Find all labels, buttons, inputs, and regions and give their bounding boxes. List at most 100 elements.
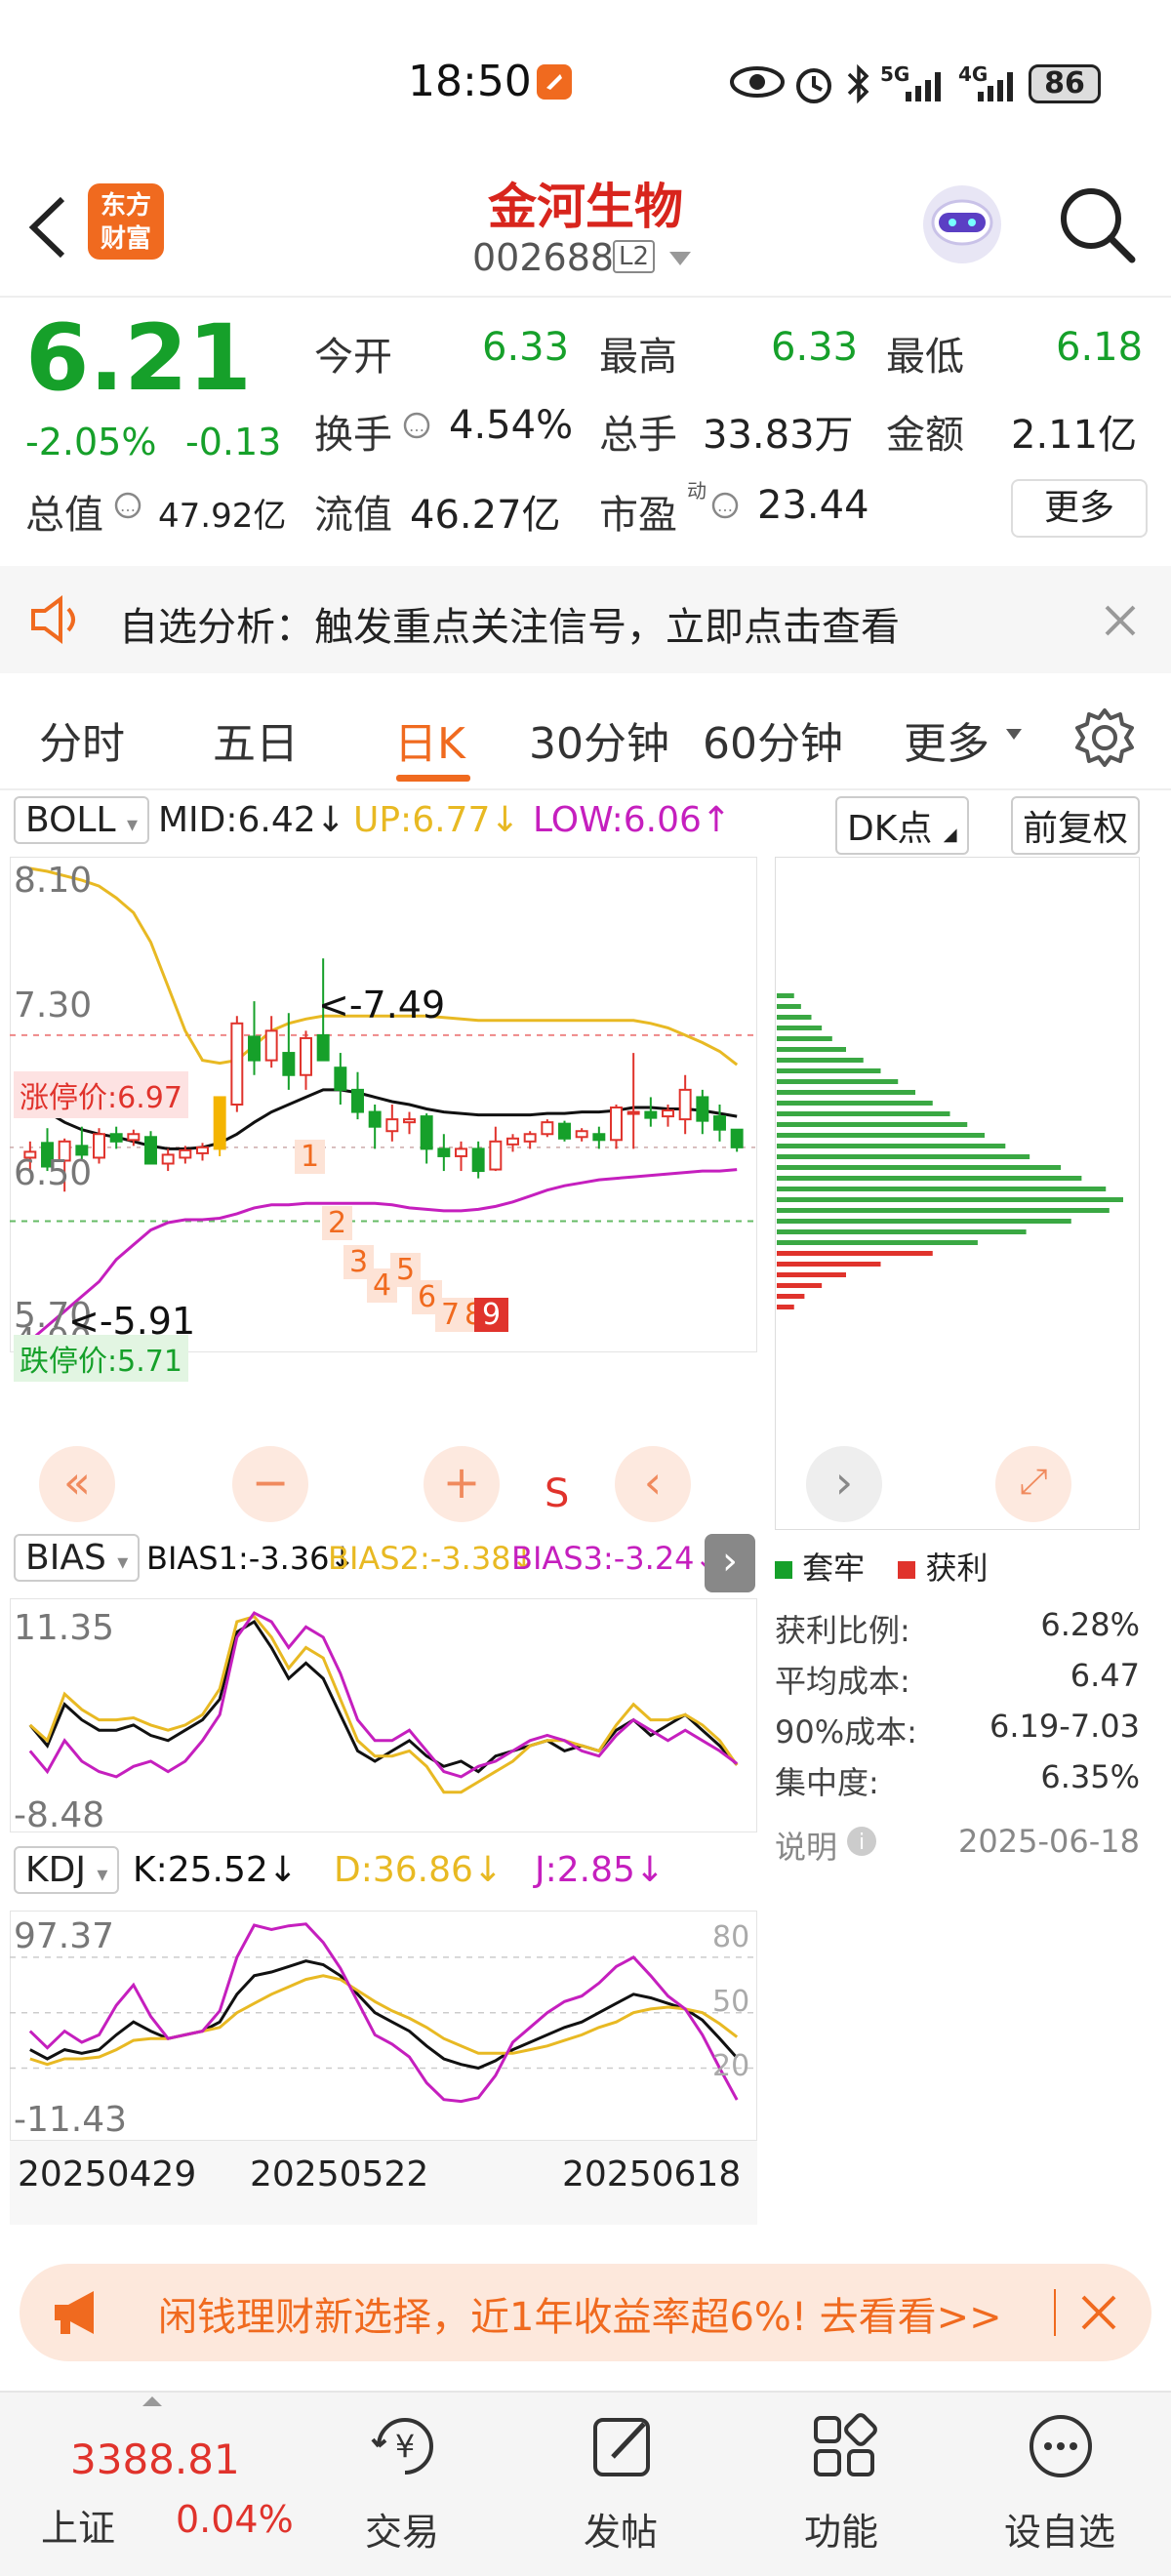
close-icon[interactable] xyxy=(1079,2293,1118,2332)
nav-functions[interactable]: 功能 xyxy=(744,2393,939,2576)
trade-icon: ¥ xyxy=(371,2412,439,2480)
date-axis: 20250429 20250522 20250618 xyxy=(10,2141,757,2225)
amount-value: 2.11亿 xyxy=(1011,413,1138,458)
notice-text: 自选分析：触发重点关注信号，立即点击查看 xyxy=(119,605,900,650)
chip-bar-hold xyxy=(777,1197,1123,1202)
bias3-value: BIAS3:-3.24 xyxy=(511,1540,695,1577)
zoom-out-button[interactable]: − xyxy=(232,1446,308,1522)
scroll-left-button[interactable]: ‹ xyxy=(615,1446,691,1522)
level-badge: L2 xyxy=(613,240,656,273)
zoom-in-button[interactable]: + xyxy=(424,1446,500,1522)
scroll-left-fast-button[interactable]: « xyxy=(39,1446,115,1522)
tab-daily-k[interactable]: 日K xyxy=(394,708,465,771)
candle-body xyxy=(626,1110,640,1115)
info-icon[interactable]: … xyxy=(402,411,431,440)
chip-bar-hold xyxy=(777,1101,933,1106)
battery-icon: 86 xyxy=(1029,64,1101,103)
indicator-select-boll[interactable]: BOLL ▾ xyxy=(14,796,150,844)
chip-bar-hold xyxy=(777,1068,881,1073)
close-icon[interactable] xyxy=(1103,603,1138,638)
float-value: 46.27亿 xyxy=(410,493,561,538)
chip-bar-profit xyxy=(777,1272,846,1277)
gear-icon[interactable] xyxy=(1073,706,1136,769)
kdj-d-value: D:36.86 xyxy=(334,1850,473,1890)
avg-cost-value: 6.47 xyxy=(1070,1657,1140,1694)
tab-more[interactable]: 更多 xyxy=(904,708,989,771)
boll-low: LOW:6.06↑ xyxy=(533,800,731,840)
profit-ratio-label: 获利比例: xyxy=(775,1612,910,1649)
promo-banner[interactable]: 闲钱理财新选择，近1年收益率超6%! 去看看>> xyxy=(20,2264,1151,2361)
search-icon[interactable] xyxy=(1056,183,1138,265)
analysis-notice[interactable]: 自选分析：触发重点关注信号，立即点击查看 xyxy=(0,566,1171,673)
kdj-ref-20: 20 xyxy=(712,2049,750,2083)
kdj-ref-80: 80 xyxy=(712,1920,750,1954)
edit-icon xyxy=(589,2412,658,2480)
candle-body xyxy=(248,1035,261,1062)
dk-point-button[interactable]: DK点 ◢ xyxy=(835,796,969,855)
chip-bar-profit xyxy=(777,1294,805,1299)
candle-body xyxy=(161,1153,175,1165)
up-arrow-icon: ↑ xyxy=(701,800,732,840)
bottom-nav: 3388.81 上证 0.04% ¥ 交易 发帖 功能 设自选 xyxy=(0,2391,1171,2576)
tab-60min[interactable]: 60分钟 xyxy=(703,708,843,771)
candle-body xyxy=(282,1052,296,1076)
avg-cost-label: 平均成本: xyxy=(775,1663,910,1700)
td-seq-9: 9 xyxy=(474,1298,509,1332)
chip-bar-hold xyxy=(777,1208,1110,1213)
open-label: 今开 xyxy=(314,335,392,380)
boll-low-value: LOW:6.06 xyxy=(533,800,702,840)
bias-chart[interactable] xyxy=(10,1598,757,1832)
info-icon[interactable]: i xyxy=(845,1825,878,1858)
chip-distribution-chart[interactable] xyxy=(775,857,1140,1530)
nav-add-watchlist-label: 设自选 xyxy=(1003,2511,1115,2554)
chevron-down-icon[interactable] xyxy=(667,250,693,269)
candle-body xyxy=(403,1118,416,1124)
next-indicator-button[interactable]: › xyxy=(705,1534,755,1592)
index-change: 0.04% xyxy=(176,2498,294,2541)
bias3: BIAS3:-3.24↓ xyxy=(511,1540,720,1577)
amount-label: 金额 xyxy=(886,413,964,458)
pe-value: 23.44 xyxy=(757,483,869,528)
stock-code: 002688 xyxy=(472,236,615,279)
pe-superscript: 动 xyxy=(687,479,707,503)
nav-trade[interactable]: ¥ 交易 xyxy=(304,2393,500,2576)
status-bar: 18:50 5G 4G 86 xyxy=(0,0,1171,166)
tab-five-day[interactable]: 五日 xyxy=(213,708,299,771)
candle-body xyxy=(575,1130,588,1139)
more-button[interactable]: 更多 xyxy=(1011,479,1148,538)
chip-bar-hold xyxy=(777,1111,950,1116)
tab-30min[interactable]: 30分钟 xyxy=(529,708,669,771)
dropdown-triangle-icon[interactable] xyxy=(1005,728,1023,742)
chip-bar-hold xyxy=(777,1187,1107,1191)
index-ticker[interactable]: 3388.81 上证 0.04% xyxy=(0,2393,322,2576)
stock-header: 东方 财富 金河生物 002688 L2 xyxy=(0,166,1171,298)
chip-note-label[interactable]: 说明 xyxy=(775,1823,837,1868)
chip-date: 2025-06-18 xyxy=(958,1823,1140,1860)
nav-post[interactable]: 发帖 xyxy=(523,2393,718,2576)
kdj-k: K:25.52↓ xyxy=(133,1850,298,1890)
nav-trade-label: 交易 xyxy=(364,2511,439,2554)
legend-hold: 套牢 xyxy=(802,1550,866,1587)
robot-assistant-icon[interactable] xyxy=(917,180,1007,269)
boll-mid: MID:6.42↓ xyxy=(158,800,345,840)
adjust-button[interactable]: 前复权 xyxy=(1011,796,1141,855)
sell-signal[interactable]: S xyxy=(545,1471,569,1516)
signal-icon-1 xyxy=(880,66,950,105)
quote-panel: 6.21 -2.05% -0.13 今开 6.33 最高 6.33 最低 6.1… xyxy=(0,300,1171,558)
indicator-select-bias[interactable]: BIAS ▾ xyxy=(14,1534,141,1582)
expand-chips-button[interactable]: › xyxy=(806,1446,882,1522)
candle-body xyxy=(644,1110,658,1119)
fullscreen-icon[interactable]: ⤢ xyxy=(995,1446,1071,1522)
info-icon[interactable]: … xyxy=(710,491,740,520)
candle-body xyxy=(196,1146,209,1154)
chip-bar-hold xyxy=(777,1036,832,1041)
chip-bar-hold xyxy=(777,1047,846,1052)
candle-body xyxy=(610,1107,623,1142)
tab-intraday[interactable]: 分时 xyxy=(39,708,125,771)
limit-up-label: 涨停价:6.97 xyxy=(14,1071,188,1118)
info-icon[interactable]: … xyxy=(113,491,142,520)
nav-add-watchlist[interactable]: 设自选 xyxy=(962,2393,1157,2576)
candle-body xyxy=(385,1118,399,1133)
indicator-select-kdj[interactable]: KDJ ▾ xyxy=(14,1846,120,1894)
eye-icon xyxy=(730,64,785,100)
